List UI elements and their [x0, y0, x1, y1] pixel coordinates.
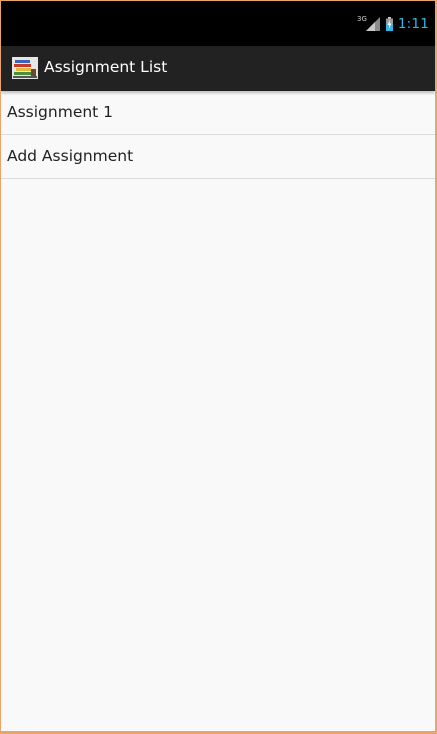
signal-icon	[365, 17, 380, 31]
action-bar-title: Assignment List	[44, 58, 168, 76]
device-screen: 3G 1:11 Assignment List Assignment 1 Add…	[1, 1, 435, 731]
action-bar: Assignment List	[1, 46, 435, 91]
battery-icon	[385, 17, 393, 31]
status-clock: 1:11	[397, 16, 429, 32]
list-item-assignment-1[interactable]: Assignment 1	[1, 91, 435, 135]
list-item-add-assignment[interactable]: Add Assignment	[1, 135, 435, 179]
assignment-list: Assignment 1 Add Assignment	[1, 91, 435, 179]
list-item-label: Assignment 1	[7, 103, 114, 121]
books-icon	[12, 57, 38, 79]
list-item-label: Add Assignment	[7, 147, 134, 165]
network-type-label: 3G	[356, 15, 367, 23]
status-indicators: 3G 1:11	[357, 15, 429, 33]
status-bar: 3G 1:11	[1, 1, 435, 46]
